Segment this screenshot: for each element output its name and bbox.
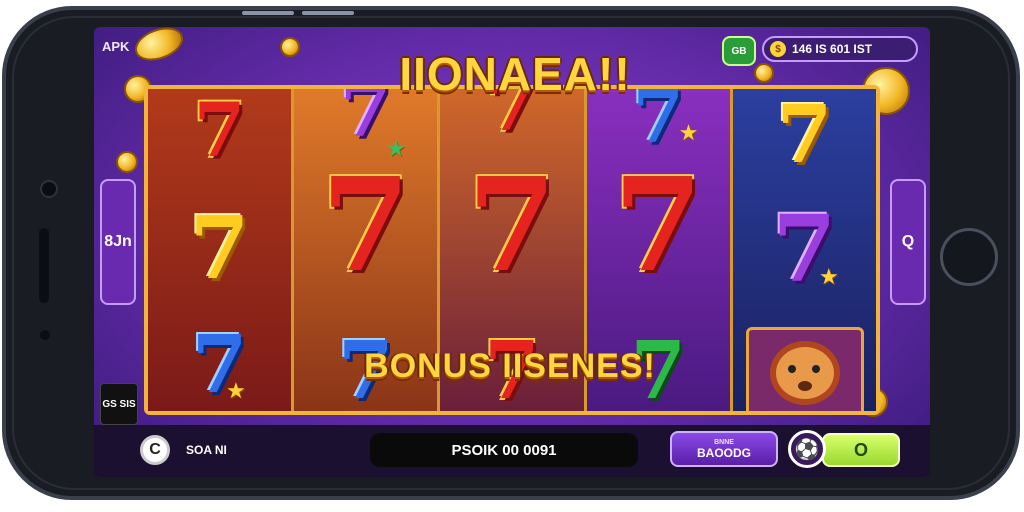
reel-symbol: 7 <box>193 89 246 174</box>
bet-button-caption: BNNE <box>714 438 734 446</box>
bottom-label: SOA NI <box>186 443 227 457</box>
star-icon: ★ <box>226 379 246 404</box>
reel-5: 7 7 ★ <box>732 89 877 411</box>
left-side-button[interactable]: 8Jn <box>100 179 136 305</box>
apk-label: APK <box>102 39 130 54</box>
provider-logo: GS SIS <box>100 383 138 425</box>
star-icon: ★ <box>678 121 699 146</box>
bottom-bar: C SOA NI PSOIK 00 0091 BNNE BAOODG O ⚽ <box>94 425 930 477</box>
gem-badge[interactable]: GB <box>722 36 756 66</box>
coin-icon <box>116 151 138 173</box>
volume-button <box>302 11 354 15</box>
balance-text: 146 IS 601 IST <box>792 42 873 56</box>
lion-icon <box>769 341 840 405</box>
reel-symbol: 7 <box>321 151 411 301</box>
copyright-icon[interactable]: C <box>140 435 170 465</box>
reel-1: 7 7 7 ★ <box>148 89 295 411</box>
home-button[interactable] <box>940 228 998 286</box>
game-title-banner: IIONAEA!! <box>360 39 670 109</box>
reel-symbol: 7 <box>613 151 703 301</box>
right-side-button[interactable]: Q <box>890 179 926 305</box>
soccer-ball-icon[interactable]: ⚽ <box>788 430 826 468</box>
sensor-dot <box>40 330 50 340</box>
balance-display[interactable]: $ 146 IS 601 IST <box>762 36 918 62</box>
bonus-text: BONUS IISENES! <box>364 346 656 385</box>
star-icon: ★ <box>818 265 839 290</box>
lion-symbol <box>745 327 864 411</box>
reel-symbol: 7 <box>776 89 833 181</box>
bonus-banner: BONUS IISENES! <box>340 339 680 393</box>
reel-symbol: 7 <box>467 151 557 301</box>
front-camera-icon <box>40 180 58 198</box>
bet-button[interactable]: BNNE BAOODG <box>670 431 778 467</box>
reel-symbol: 7 <box>772 195 837 303</box>
star-icon: ★ <box>386 137 406 162</box>
coin-icon: $ <box>770 41 786 57</box>
speaker-grille <box>39 228 49 303</box>
reel-symbol: 7 <box>191 317 248 411</box>
game-title: IIONAEA!! <box>399 48 631 100</box>
game-screen: APK GB $ 146 IS 601 IST 7 7 7 ★ 7 7 7 ★ … <box>94 27 930 477</box>
bet-button-label: BAOODG <box>697 445 751 460</box>
spin-button[interactable]: O <box>822 433 900 467</box>
volume-button <box>242 11 294 15</box>
message-bar: PSOIK 00 0091 <box>370 433 638 467</box>
reel-symbol: 7 <box>189 198 250 299</box>
